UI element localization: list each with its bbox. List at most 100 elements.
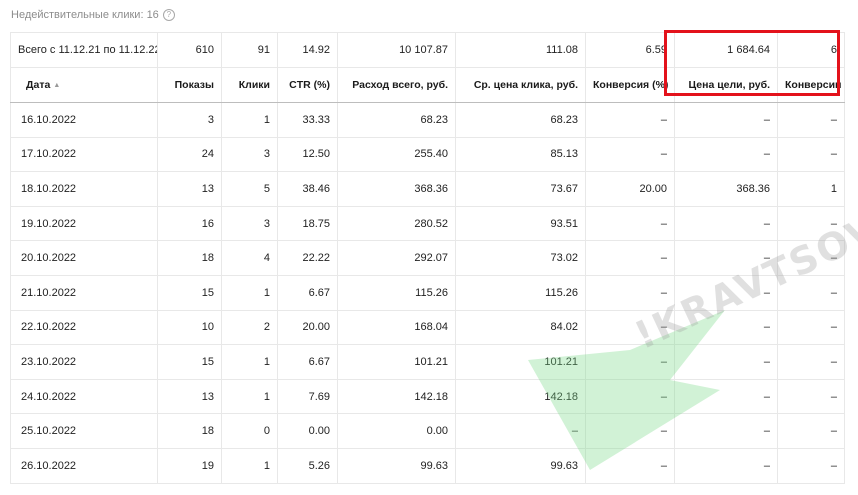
cell-avg-cpc: 84.02 bbox=[455, 309, 586, 346]
cell-conversions: 1 bbox=[777, 171, 845, 207]
cell-date: 18.10.2022 bbox=[10, 171, 158, 207]
cell-conversions: – bbox=[777, 309, 845, 346]
table-row: 18.10.2022 13 5 38.46 368.36 73.67 20.00 368.36… bbox=[10, 171, 845, 207]
total-row: Всего с 11.12.21 по 11.12.22 610 91 14.9… bbox=[10, 32, 845, 68]
cell-cost-per-goal: – bbox=[674, 309, 778, 346]
cell-cost-per-goal: – bbox=[674, 274, 778, 311]
cell-clicks: 1 bbox=[221, 274, 278, 311]
cell-cost-per-goal: – bbox=[674, 447, 778, 484]
cell-cost-per-goal: – bbox=[674, 136, 778, 173]
cell-conversions: – bbox=[777, 378, 845, 415]
cell-spend: 99.63 bbox=[337, 447, 456, 484]
cell-conversion-rate: – bbox=[585, 274, 675, 311]
cell-avg-cpc: 101.21 bbox=[455, 344, 586, 380]
cell-clicks: 2 bbox=[221, 309, 278, 346]
cell-impressions: 18 bbox=[157, 413, 222, 449]
cell-ctr: 0.00 bbox=[277, 413, 338, 449]
cell-avg-cpc: – bbox=[455, 413, 586, 449]
cell-conversion-rate: – bbox=[585, 309, 675, 346]
cell-spend: 0.00 bbox=[337, 413, 456, 449]
cell-ctr: 5.26 bbox=[277, 447, 338, 484]
table-row: 24.10.2022 13 1 7.69 142.18 142.18– – – bbox=[10, 378, 845, 415]
invalid-clicks-info: Недействительные клики: 16 ? bbox=[11, 9, 175, 21]
help-icon[interactable]: ? bbox=[162, 9, 175, 21]
cell-date: 20.10.2022 bbox=[10, 240, 158, 276]
total-label: Всего с 11.12.21 по 11.12.22 bbox=[10, 32, 158, 68]
cell-spend: 280.52 bbox=[337, 205, 456, 242]
table-row: 22.10.2022 10 2 20.00 168.04 84.02– – – bbox=[10, 309, 845, 346]
cell-date: 25.10.2022 bbox=[10, 413, 158, 449]
cell-ctr: 20.00 bbox=[277, 309, 338, 346]
cell-conversions: – bbox=[777, 274, 845, 311]
cell-conversions: – bbox=[777, 102, 845, 138]
cell-avg-cpc: 85.13 bbox=[455, 136, 586, 173]
cell-spend: 292.07 bbox=[337, 240, 456, 276]
cell-spend: 255.40 bbox=[337, 136, 456, 173]
table-row: 20.10.2022 18 4 22.22 292.07 73.02– – – bbox=[10, 240, 845, 276]
table-row: 16.10.2022 3 1 33.33 68.23 68.23– – – bbox=[10, 102, 845, 138]
statistics-table: Всего с 11.12.21 по 11.12.22 610 91 14.9… bbox=[10, 32, 845, 484]
cell-conversion-rate: – bbox=[585, 413, 675, 449]
column-header-date[interactable]: Дата ▲ bbox=[10, 67, 158, 103]
cell-date: 17.10.2022 bbox=[10, 136, 158, 173]
sort-ascending-icon[interactable]: ▲ bbox=[53, 82, 60, 89]
cell-ctr: 33.33 bbox=[277, 102, 338, 138]
cell-impressions: 15 bbox=[157, 344, 222, 380]
cell-conversions: – bbox=[777, 136, 845, 173]
cell-clicks: 1 bbox=[221, 102, 278, 138]
header-row: Дата ▲ Показы Клики CTR (%) Расход всего,… bbox=[10, 67, 845, 103]
table-row: 25.10.2022 18 0 0.00 0.00– – – – bbox=[10, 413, 845, 449]
cell-cost-per-goal: – bbox=[674, 205, 778, 242]
cell-ctr: 38.46 bbox=[277, 171, 338, 207]
cell-ctr: 12.50 bbox=[277, 136, 338, 173]
cell-impressions: 24 bbox=[157, 136, 222, 173]
cell-clicks: 3 bbox=[221, 136, 278, 173]
column-header-cost-per-goal[interactable]: Цена цели, руб. bbox=[674, 67, 778, 103]
total-clicks: 91 bbox=[221, 32, 278, 68]
column-header-conversion-rate[interactable]: Конверсия (%) bbox=[585, 67, 675, 103]
cell-impressions: 16 bbox=[157, 205, 222, 242]
cell-date: 22.10.2022 bbox=[10, 309, 158, 346]
invalid-clicks-label: Недействительные клики: 16 bbox=[11, 9, 159, 21]
cell-conversions: – bbox=[777, 205, 845, 242]
column-header-spend[interactable]: Расход всего, руб. bbox=[337, 67, 456, 103]
cell-impressions: 3 bbox=[157, 102, 222, 138]
cell-impressions: 15 bbox=[157, 274, 222, 311]
column-header-ctr[interactable]: CTR (%) bbox=[277, 67, 338, 103]
cell-impressions: 13 bbox=[157, 378, 222, 415]
cell-spend: 142.18 bbox=[337, 378, 456, 415]
cell-cost-per-goal: – bbox=[674, 413, 778, 449]
cell-spend: 115.26 bbox=[337, 274, 456, 311]
column-header-avg-cpc[interactable]: Ср. цена клика, руб. bbox=[455, 67, 586, 103]
cell-conversions: – bbox=[777, 413, 845, 449]
cell-conversion-rate: – bbox=[585, 344, 675, 380]
cell-clicks: 0 bbox=[221, 413, 278, 449]
statistics-page: Недействительные клики: 16 ? Всего с 11.… bbox=[0, 0, 858, 495]
cell-date: 24.10.2022 bbox=[10, 378, 158, 415]
cell-conversion-rate: – bbox=[585, 205, 675, 242]
cell-avg-cpc: 73.02 bbox=[455, 240, 586, 276]
cell-clicks: 4 bbox=[221, 240, 278, 276]
cell-impressions: 19 bbox=[157, 447, 222, 484]
cell-conversion-rate: – bbox=[585, 102, 675, 138]
cell-avg-cpc: 73.67 bbox=[455, 171, 586, 207]
table-row: 23.10.2022 15 1 6.67 101.21 101.21– – – bbox=[10, 344, 845, 380]
cell-date: 26.10.2022 bbox=[10, 447, 158, 484]
cell-ctr: 22.22 bbox=[277, 240, 338, 276]
cell-cost-per-goal: – bbox=[674, 240, 778, 276]
cell-spend: 168.04 bbox=[337, 309, 456, 346]
column-header-clicks[interactable]: Клики bbox=[221, 67, 278, 103]
table-row: 26.10.2022 19 1 5.26 99.63 99.63– – – bbox=[10, 447, 845, 484]
cell-conversions: – bbox=[777, 240, 845, 276]
column-header-conversions[interactable]: Конверсии bbox=[777, 67, 845, 103]
cell-conversions: – bbox=[777, 344, 845, 380]
cell-ctr: 6.67 bbox=[277, 274, 338, 311]
cell-conversion-rate: 20.00 bbox=[585, 171, 675, 207]
total-ctr: 14.92 bbox=[277, 32, 338, 68]
cell-impressions: 18 bbox=[157, 240, 222, 276]
cell-avg-cpc: 115.26 bbox=[455, 274, 586, 311]
cell-cost-per-goal: 368.36 bbox=[674, 171, 778, 207]
column-header-impressions[interactable]: Показы bbox=[157, 67, 222, 103]
cell-conversions: – bbox=[777, 447, 845, 484]
cell-clicks: 1 bbox=[221, 378, 278, 415]
